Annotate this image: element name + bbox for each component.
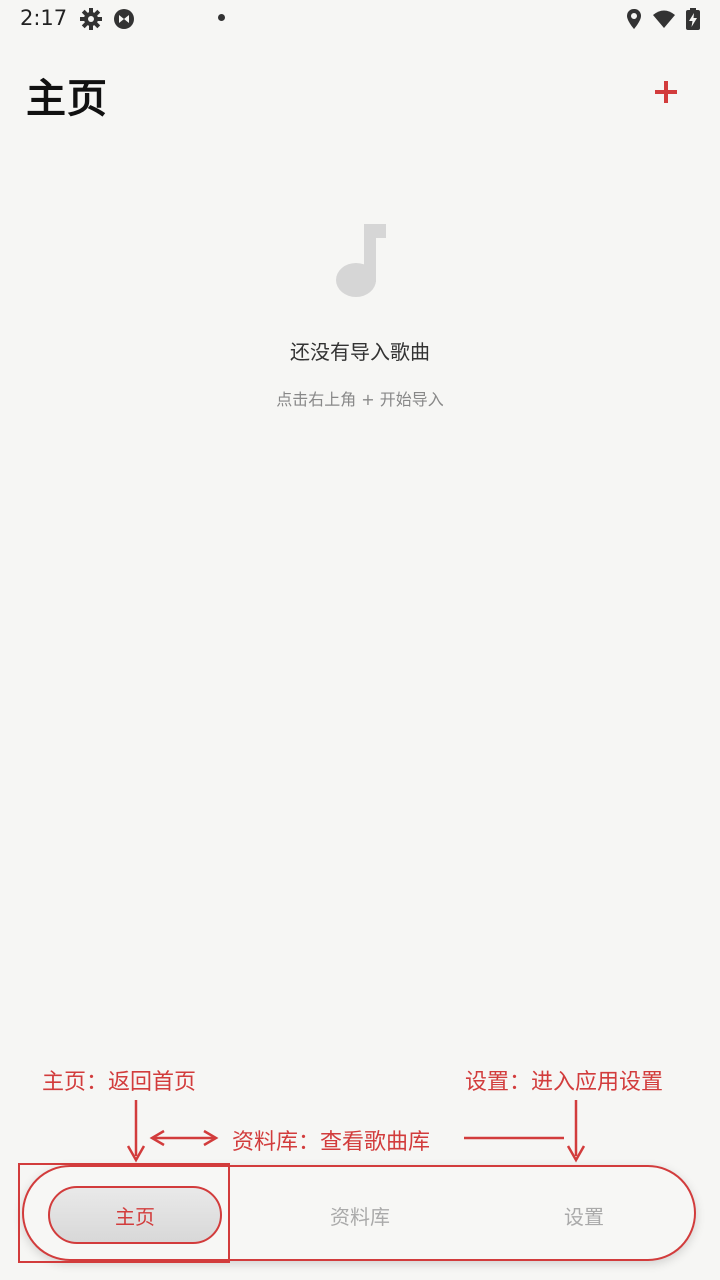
annotation-library: 资料库：查看歌曲库 bbox=[232, 1130, 431, 1155]
add-button[interactable] bbox=[646, 72, 686, 112]
nav-tab-settings[interactable]: 设置 bbox=[514, 1186, 654, 1244]
location-icon bbox=[627, 9, 641, 29]
wifi-icon bbox=[653, 10, 675, 28]
empty-state-title: 还没有导入歌曲 bbox=[290, 340, 430, 364]
app-badge-icon bbox=[114, 9, 134, 29]
notification-dot bbox=[218, 14, 225, 21]
page-title: 主页 bbox=[26, 76, 108, 122]
status-bar: 2:17 bbox=[0, 0, 720, 40]
music-note-icon bbox=[336, 224, 386, 297]
status-time: 2:17 bbox=[20, 6, 68, 30]
annotation-settings: 设置：进入应用设置 bbox=[465, 1070, 664, 1095]
annotation-home: 主页：返回首页 bbox=[42, 1070, 197, 1095]
nav-tab-library[interactable]: 资料库 bbox=[290, 1186, 430, 1244]
gear-icon bbox=[80, 8, 102, 30]
empty-state-hint: 点击右上角 + 开始导入 bbox=[276, 390, 444, 409]
nav-tab-home[interactable]: 主页 bbox=[48, 1186, 222, 1244]
battery-charging-icon bbox=[686, 8, 700, 30]
